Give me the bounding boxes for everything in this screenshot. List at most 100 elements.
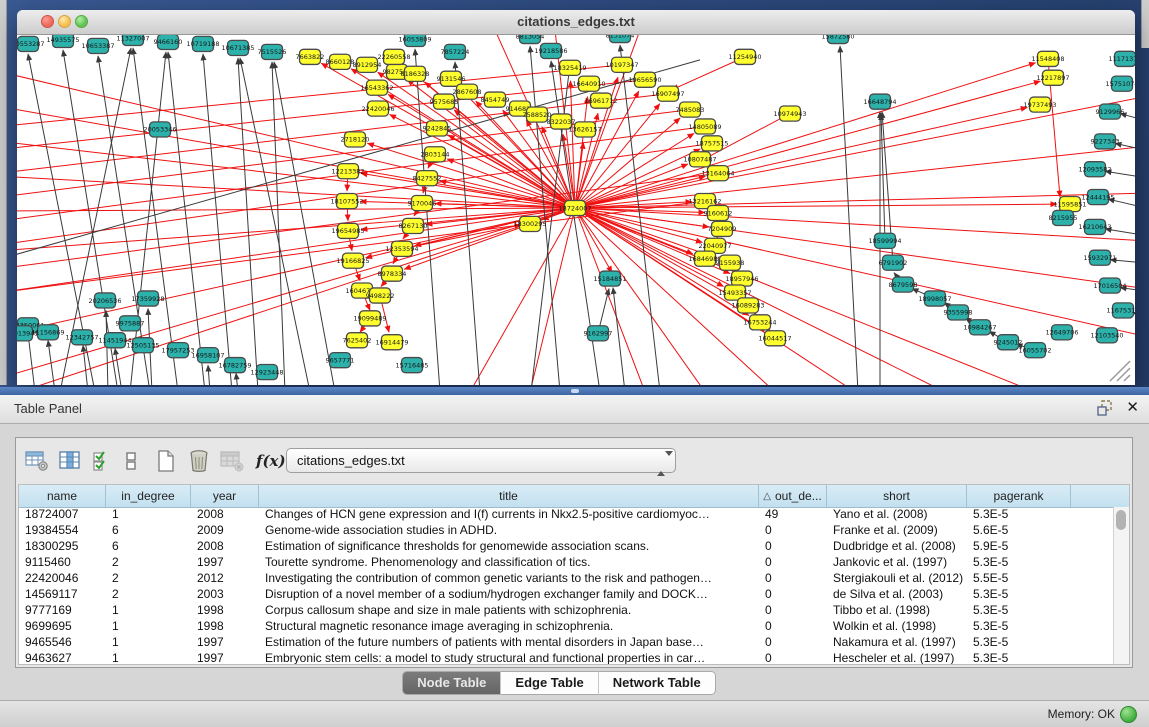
graph-node[interactable]: 10553287 <box>17 36 45 51</box>
canvas-resize-grip[interactable] <box>1110 361 1130 381</box>
table-cell[interactable]: 0 <box>759 555 827 571</box>
table-cell[interactable]: 0 <box>759 619 827 635</box>
table-cell[interactable]: 9465546 <box>19 635 106 651</box>
table-cell[interactable]: Yano et al. (2008) <box>827 507 967 523</box>
graph-node[interactable]: 10671385 <box>221 40 254 55</box>
graph-node[interactable]: 15932971 <box>1083 250 1116 265</box>
graph-node[interactable]: 22420046 <box>361 101 394 116</box>
graph-node[interactable]: 16210643 <box>1078 219 1111 234</box>
table-cell[interactable]: 2008 <box>191 507 259 523</box>
table-row[interactable]: 946554611997Estimation of the future num… <box>19 635 1114 651</box>
table-cell[interactable]: 18300295 <box>19 539 106 555</box>
splitter-grip[interactable] <box>571 389 579 393</box>
table-cell[interactable]: 1998 <box>191 619 259 635</box>
vertical-scrollbar[interactable] <box>1113 507 1129 664</box>
table-cell[interactable]: 0 <box>759 539 827 555</box>
column-list-icon[interactable] <box>124 449 138 473</box>
table-cell[interactable]: 18724007 <box>19 507 106 523</box>
tab-node-table[interactable]: Node Table <box>402 671 501 695</box>
graph-node[interactable]: 9466160 <box>154 35 183 50</box>
graph-node[interactable]: 16907497 <box>651 86 684 101</box>
graph-node[interactable]: 7663822 <box>296 49 325 64</box>
graph-node[interactable]: 6791902 <box>879 255 908 270</box>
table-cell[interactable]: 5.3E-5 <box>967 651 1071 664</box>
table-cell[interactable]: 0 <box>759 635 827 651</box>
table-cell[interactable]: 5.3E-5 <box>967 635 1071 651</box>
table-cell[interactable]: 2003 <box>191 587 259 603</box>
delete-column-icon[interactable] <box>187 449 211 473</box>
table-cell[interactable]: 5.3E-5 <box>967 507 1071 523</box>
graph-node[interactable]: 10719188 <box>186 36 219 51</box>
table-row[interactable]: 2242004622012Investigating the contribut… <box>19 571 1114 587</box>
float-panel-icon[interactable] <box>1097 400 1114 417</box>
table-cell[interactable]: 0 <box>759 523 827 539</box>
graph-node[interactable]: 16753244 <box>743 315 776 330</box>
column-header-short[interactable]: short <box>827 485 967 507</box>
graph-node[interactable]: 16044517 <box>758 331 791 346</box>
graph-node[interactable]: 12649706 <box>1045 325 1078 340</box>
table-cell[interactable]: Wolkin et al. (1998) <box>827 619 967 635</box>
table-cell[interactable]: 5.3E-5 <box>967 555 1071 571</box>
table-cell[interactable]: Corpus callosum shape and size in male p… <box>259 603 759 619</box>
graph-node[interactable]: 8660128 <box>326 54 355 69</box>
graph-node[interactable]: 11327007 <box>116 35 149 46</box>
graph-node[interactable]: 22260558 <box>377 49 410 64</box>
table-cell[interactable]: 9777169 <box>19 603 106 619</box>
table-cell[interactable]: 2 <box>106 555 191 571</box>
graph-node[interactable]: 11548408 <box>1031 51 1064 66</box>
graph-node[interactable]: 8131074 <box>606 35 635 43</box>
close-panel-icon[interactable]: ✕ <box>1126 399 1139 417</box>
table-cell[interactable]: Hescheler et al. (1997) <box>827 651 967 664</box>
graph-node[interactable]: 9498222 <box>366 288 395 303</box>
table-cell[interactable]: 1997 <box>191 635 259 651</box>
graph-node[interactable]: 12217897 <box>1036 70 1069 85</box>
table-cell[interactable]: 9115460 <box>19 555 106 571</box>
table-row[interactable]: 1830029562008Estimation of significance … <box>19 539 1114 555</box>
graph-node[interactable]: 16055702 <box>1018 343 1051 358</box>
graph-node[interactable]: 19218586 <box>534 43 567 58</box>
graph-node[interactable]: 9155938 <box>716 255 745 270</box>
graph-node[interactable]: 11675315 <box>1106 303 1135 318</box>
table-cell[interactable]: Franke et al. (2009) <box>827 523 967 539</box>
table-row[interactable]: 969969511998Structural magnetic resonanc… <box>19 619 1114 635</box>
column-header-name[interactable]: name <box>19 485 106 507</box>
table-cell[interactable]: 22420046 <box>19 571 106 587</box>
table-row[interactable]: 977716911998Corpus callosum shape and si… <box>19 603 1114 619</box>
table-mode-icon[interactable] <box>25 449 49 473</box>
table-cell[interactable]: 0 <box>759 587 827 603</box>
table-cell[interactable]: Investigating the contribution of common… <box>259 571 759 587</box>
table-cell[interactable]: 0 <box>759 603 827 619</box>
table-row[interactable]: 1456911722003Disruption of a novel membe… <box>19 587 1114 603</box>
table-cell[interactable]: 2012 <box>191 571 259 587</box>
scrollbar-thumb[interactable] <box>1116 510 1126 530</box>
graph-node[interactable]: 12923448 <box>250 365 283 380</box>
table-cell[interactable]: 1997 <box>191 555 259 571</box>
graph-node[interactable]: 20206536 <box>88 293 121 308</box>
table-cell[interactable]: 5.3E-5 <box>967 603 1071 619</box>
graph-node[interactable]: 8427552 <box>413 171 442 186</box>
table-cell[interactable]: 1997 <box>191 651 259 664</box>
graph-node[interactable]: 10653387 <box>81 38 114 53</box>
table-cell[interactable]: Changes of HCN gene expression and I(f) … <box>259 507 759 523</box>
graph-node[interactable]: 16543362 <box>360 80 393 95</box>
table-cell[interactable]: 1998 <box>191 603 259 619</box>
graph-node[interactable]: 8978334 <box>378 266 407 281</box>
column-header-year[interactable]: year <box>191 485 259 507</box>
network-window-titlebar[interactable]: citations_edges.txt <box>17 10 1135 35</box>
graph-node[interactable]: 8679598 <box>889 277 918 292</box>
table-cell[interactable]: 0 <box>759 571 827 587</box>
graph-node[interactable]: 16782759 <box>218 358 251 373</box>
table-cell[interactable]: 2009 <box>191 523 259 539</box>
graph-node[interactable]: 17016504 <box>1093 278 1126 293</box>
column-header-out_de[interactable]: △out_de... <box>759 485 827 507</box>
graph-node[interactable]: 20053346 <box>143 122 176 137</box>
table-cell[interactable]: 5.5E-5 <box>967 571 1071 587</box>
network-canvas[interactable]: 1055328714935575106533871132700794661601… <box>17 35 1135 385</box>
table-cell[interactable]: 1 <box>106 635 191 651</box>
table-cell[interactable]: 5.6E-5 <box>967 523 1071 539</box>
graph-node[interactable]: 9355998 <box>944 305 973 320</box>
graph-node[interactable]: 9242845 <box>423 121 452 136</box>
table-cell[interactable]: 6 <box>106 539 191 555</box>
table-cell[interactable]: 1 <box>106 651 191 664</box>
graph-node[interactable]: 16053809 <box>398 35 431 47</box>
